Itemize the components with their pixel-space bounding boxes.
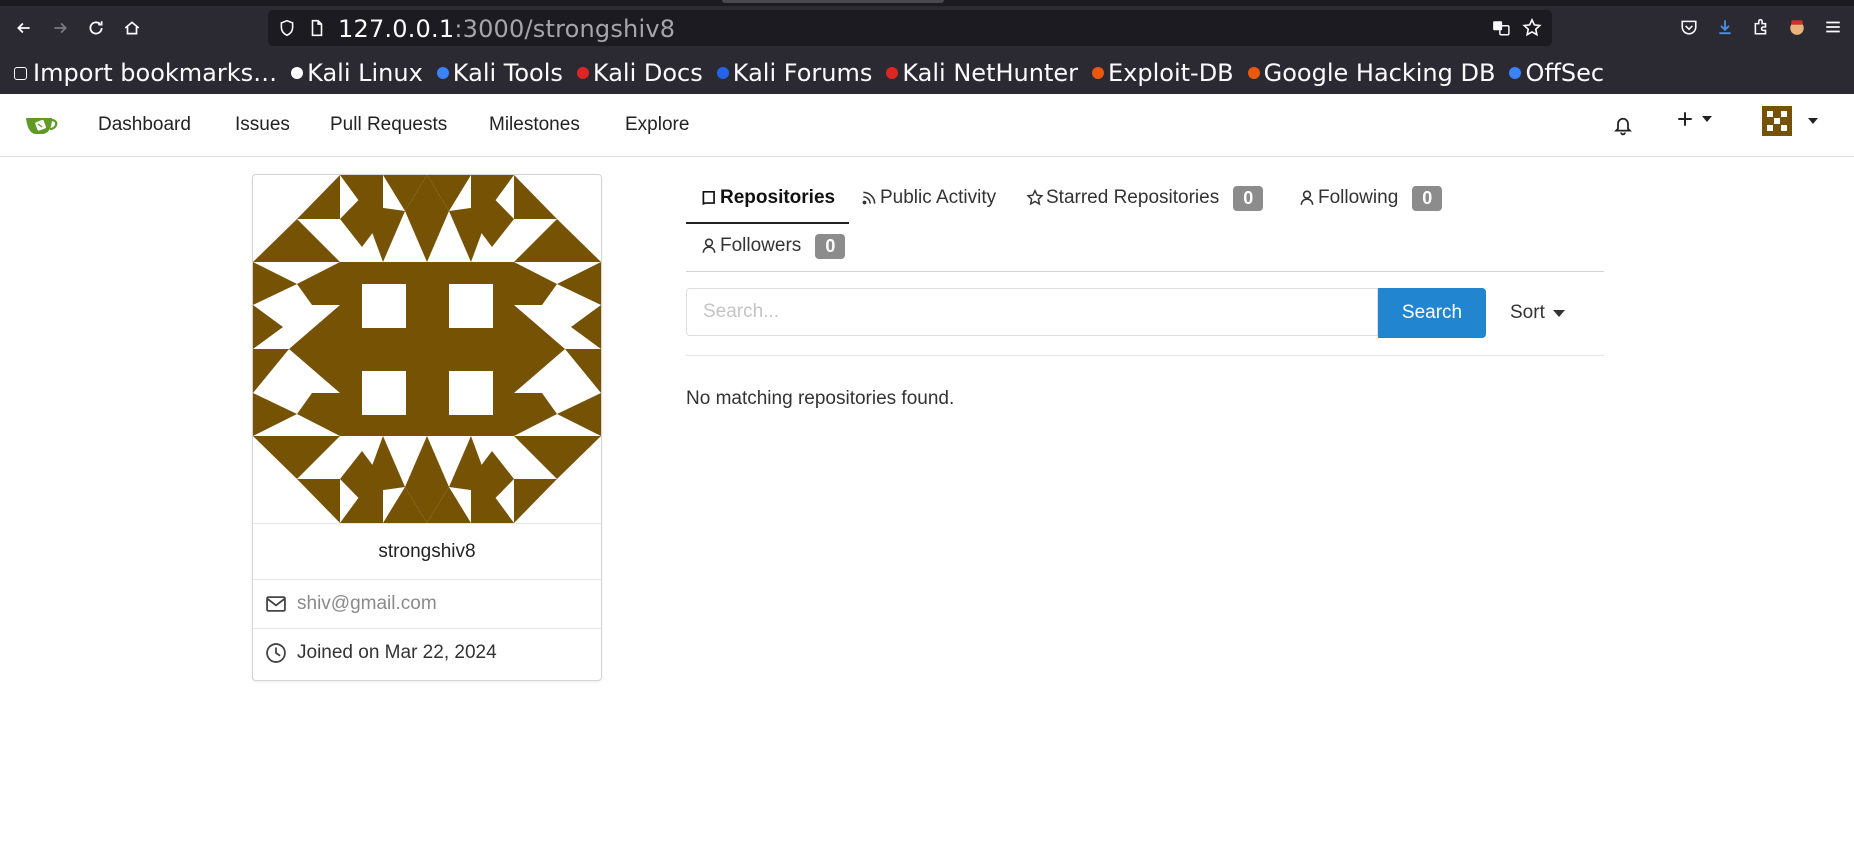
bookmark-item[interactable]: Kali Tools — [436, 59, 563, 87]
forward-button[interactable] — [46, 14, 74, 42]
shield-icon[interactable] — [278, 19, 296, 37]
tab-followers[interactable]: Followers 0 — [700, 222, 846, 270]
profile-email-row: shiv@gmail.com — [253, 579, 601, 628]
repo-search-input[interactable] — [686, 288, 1378, 336]
gitea-logo-icon[interactable] — [24, 110, 60, 140]
tab-starred-repositories[interactable]: Starred Repositories 0 — [1026, 174, 1264, 222]
starred-count-badge: 0 — [1233, 185, 1264, 211]
chevron-down-icon — [1702, 116, 1712, 122]
url-text[interactable]: 127.0.0.1:3000/strongshiv8 — [338, 15, 675, 43]
caret-down-icon — [1552, 309, 1565, 317]
nav-pull-requests[interactable]: Pull Requests — [330, 114, 447, 136]
nav-issues[interactable]: Issues — [235, 114, 290, 136]
empty-repositories-message: No matching repositories found. — [686, 388, 955, 409]
profile-card: strongshiv8 shiv@gmail.com Joined on Mar… — [252, 174, 602, 681]
sort-label: Sort — [1510, 302, 1545, 323]
profile-joined-date: Joined on Mar 22, 2024 — [297, 642, 497, 663]
page-icon[interactable] — [308, 19, 326, 37]
bookmark-item[interactable]: OffSec — [1509, 59, 1604, 87]
star-icon — [1026, 189, 1044, 206]
url-path: :3000/strongshiv8 — [454, 15, 676, 43]
tab-starred-label: Starred Repositories — [1046, 187, 1220, 208]
bookmark-label: OffSec — [1525, 59, 1605, 87]
kali-dragon-icon — [291, 67, 304, 79]
person-icon — [702, 238, 716, 253]
offsec-icon — [1509, 67, 1522, 79]
sort-dropdown[interactable]: Sort — [1510, 302, 1565, 324]
pocket-icon[interactable] — [1678, 16, 1700, 38]
browser-toolbar: 127.0.0.1:3000/strongshiv8 Import bookma… — [0, 0, 1854, 94]
create-new-menu[interactable] — [1676, 110, 1712, 128]
tab-public-activity[interactable]: Public Activity — [860, 174, 996, 222]
extensions-icon[interactable] — [1750, 16, 1772, 38]
tab-repositories[interactable]: Repositories — [686, 174, 850, 224]
kali-tools-icon — [436, 67, 449, 79]
profile-avatar[interactable] — [253, 175, 601, 523]
nav-milestones[interactable]: Milestones — [489, 114, 580, 136]
address-bar[interactable]: 127.0.0.1:3000/strongshiv8 — [268, 10, 1552, 46]
bookmark-label: Kali Tools — [452, 59, 563, 87]
app-navbar: Dashboard Issues Pull Requests Milestone… — [0, 94, 1854, 157]
user-menu[interactable] — [1762, 106, 1818, 136]
reload-button[interactable] — [82, 14, 110, 42]
search-divider — [686, 355, 1604, 356]
tab-following-label: Following — [1318, 187, 1399, 208]
chevron-down-icon — [1808, 118, 1818, 124]
bookmarks-bar: Import bookmarks… Kali Linux Kali Tools Kal… — [0, 56, 1854, 90]
person-icon — [1300, 190, 1314, 205]
profile-joined-row: Joined on Mar 22, 2024 — [253, 628, 601, 677]
bookmark-label: Kali Forums — [732, 59, 873, 87]
tabs-divider — [686, 271, 1604, 272]
bookmark-label: Kali NetHunter — [902, 59, 1078, 87]
bookmark-label: Google Hacking DB — [1263, 59, 1496, 87]
tab-repositories-label: Repositories — [720, 187, 836, 208]
profile-email[interactable]: shiv@gmail.com — [297, 593, 437, 615]
bookmark-item[interactable]: Exploit-DB — [1092, 59, 1234, 87]
nav-explore[interactable]: Explore — [625, 114, 689, 136]
bookmark-star-icon[interactable] — [1522, 18, 1542, 38]
profile-username: strongshiv8 — [253, 523, 601, 580]
rss-icon — [862, 191, 876, 205]
clock-icon — [266, 643, 286, 663]
exploit-db-icon — [1092, 67, 1104, 79]
bookmark-label: Kali Linux — [307, 59, 423, 87]
tab-followers-label: Followers — [720, 235, 802, 256]
following-count-badge: 0 — [1412, 185, 1443, 211]
tab-following[interactable]: Following 0 — [1298, 174, 1443, 222]
downloads-icon[interactable] — [1714, 16, 1736, 38]
active-tab[interactable] — [722, 0, 944, 3]
tab-public-activity-label: Public Activity — [880, 187, 997, 208]
kali-docs-icon — [576, 67, 589, 79]
bookmark-label: Exploit-DB — [1108, 59, 1234, 87]
bookmark-item[interactable]: Import bookmarks… — [14, 59, 277, 87]
kali-forums-icon — [716, 67, 729, 79]
profile-avatar-icon[interactable] — [1786, 16, 1808, 38]
nav-dashboard[interactable]: Dashboard — [98, 114, 191, 136]
url-host: 127.0.0.1 — [338, 15, 455, 43]
import-icon — [14, 66, 27, 80]
followers-count-badge: 0 — [815, 233, 846, 259]
repo-icon — [702, 190, 715, 205]
bookmark-item[interactable]: Kali Linux — [291, 59, 423, 87]
plus-icon — [1678, 112, 1692, 126]
menu-icon[interactable] — [1822, 16, 1844, 38]
nethunter-icon — [886, 67, 899, 79]
bookmark-item[interactable]: Kali Docs — [576, 59, 703, 87]
notifications-bell-icon[interactable] — [1613, 114, 1633, 136]
bookmark-item[interactable]: Google Hacking DB — [1247, 59, 1496, 87]
search-button[interactable]: Search — [1378, 288, 1486, 338]
bookmark-item[interactable]: Kali NetHunter — [886, 59, 1078, 87]
bookmark-item[interactable]: Kali Forums — [716, 59, 873, 87]
mail-icon — [266, 596, 286, 612]
home-button[interactable] — [118, 14, 146, 42]
ghdb-icon — [1247, 67, 1260, 79]
bookmark-label: Import bookmarks… — [33, 59, 278, 87]
translate-icon[interactable] — [1492, 19, 1510, 37]
bookmark-label: Kali Docs — [592, 59, 703, 87]
user-avatar-icon — [1762, 106, 1792, 136]
back-button[interactable] — [10, 14, 38, 42]
